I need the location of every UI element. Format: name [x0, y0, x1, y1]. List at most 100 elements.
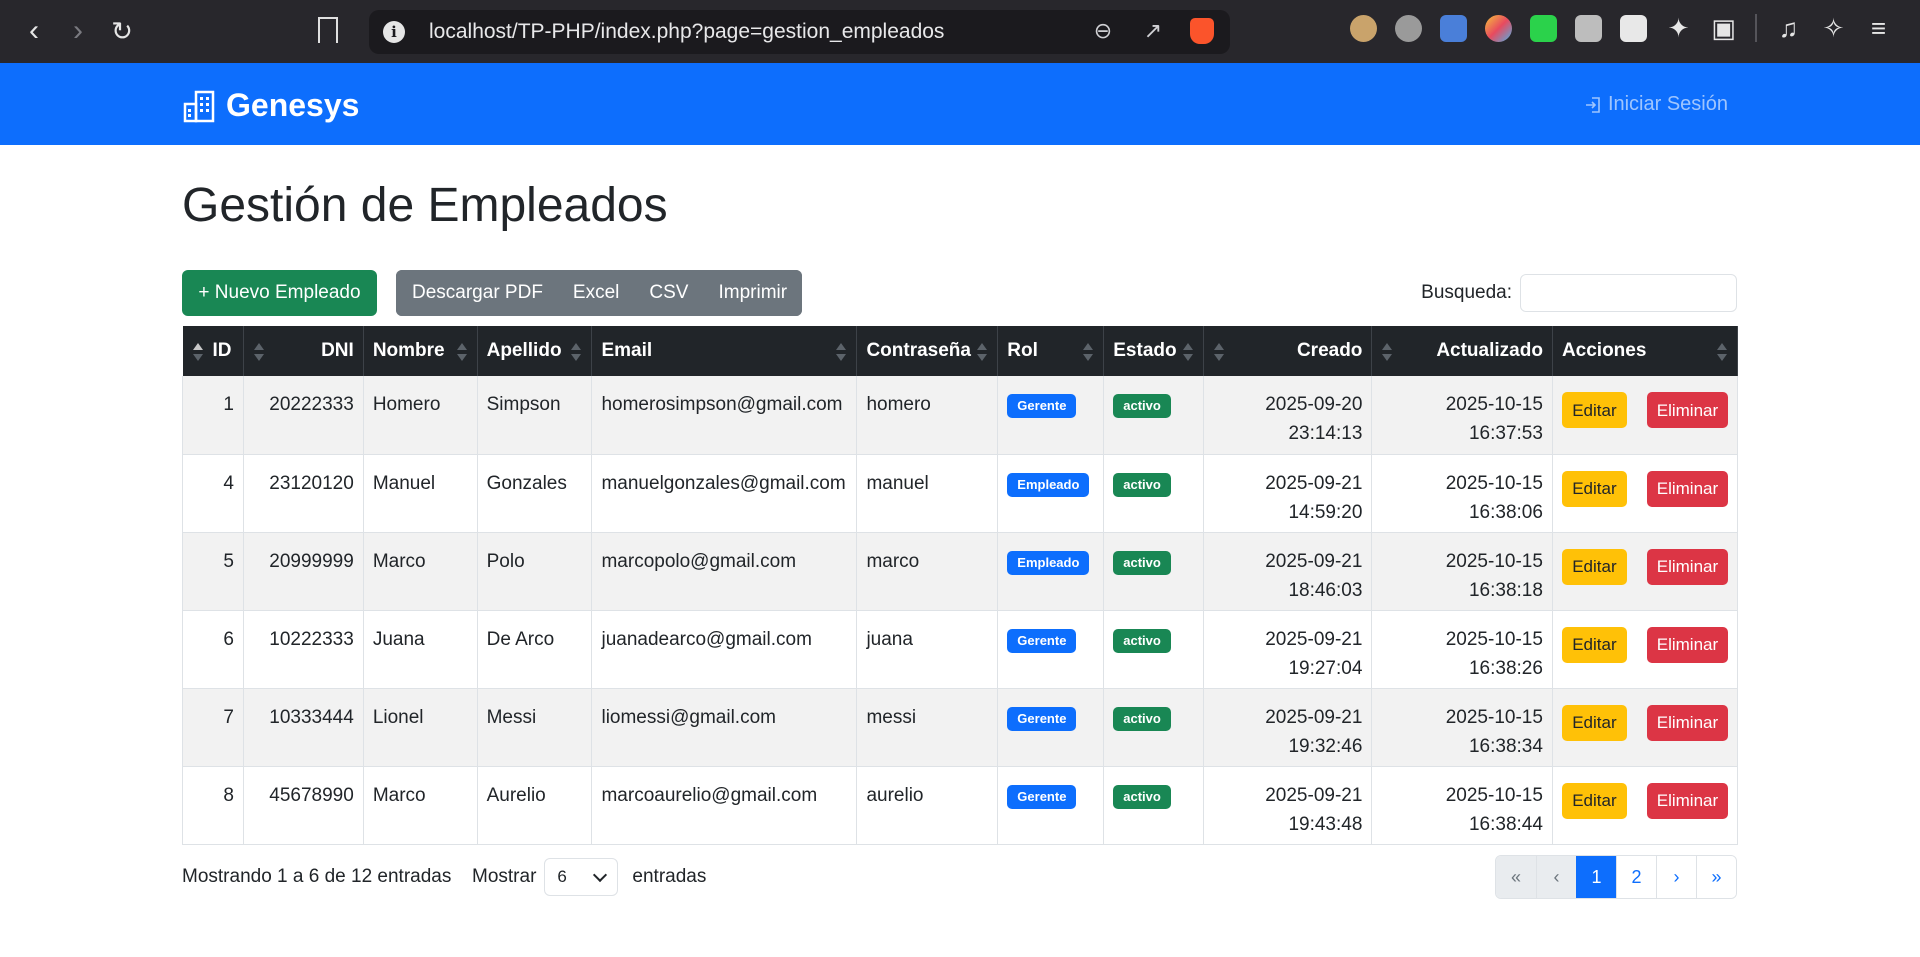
column-header-dni[interactable]: DNI [243, 326, 364, 376]
first-page-button[interactable]: « [1496, 856, 1536, 898]
chevron-down-icon [593, 867, 608, 882]
column-header-id[interactable]: ID [182, 326, 244, 376]
cell-creado: 2025-09-21 14:59:20 [1203, 454, 1373, 533]
extension-icon-5[interactable] [1530, 14, 1557, 42]
updated-date: 2025-10-15 [1445, 472, 1543, 494]
extension-icon-1[interactable] [1350, 14, 1377, 42]
column-header-rol[interactable]: Rol [997, 326, 1105, 376]
cell-email: liomessi@gmail.com [591, 688, 858, 767]
extensions-puzzle-icon[interactable]: ✦ [1665, 14, 1692, 42]
forward-icon[interactable]: › [56, 9, 100, 53]
reader-icon[interactable]: ▣ [1710, 14, 1737, 42]
cell-rol: Gerente [997, 610, 1105, 689]
cell-nombre: Manuel [363, 454, 478, 533]
delete-button[interactable]: Eliminar [1646, 392, 1728, 428]
page-size-select[interactable]: 6 [544, 858, 619, 896]
status-badge: activo [1113, 706, 1171, 731]
sort-icon [836, 343, 847, 361]
brave-shield-icon[interactable] [1190, 18, 1214, 44]
page-2-button[interactable]: 2 [1616, 856, 1656, 898]
cell-password: manuel [856, 454, 999, 533]
address-bar[interactable]: i localhost/TP-PHP/index.php?page=gestio… [369, 10, 1230, 54]
back-icon[interactable]: ‹ [12, 9, 56, 53]
extension-icon-6[interactable] [1575, 14, 1602, 42]
column-header-estado[interactable]: Estado [1103, 326, 1205, 376]
delete-button[interactable]: Eliminar [1646, 470, 1728, 507]
cell-rol: Empleado [997, 532, 1105, 611]
share-icon[interactable]: ↗ [1140, 18, 1166, 44]
cell-password: homero [856, 376, 999, 455]
leo-ai-icon[interactable]: ✧ [1820, 14, 1847, 42]
cell-estado: activo [1103, 610, 1205, 689]
extension-icon-2[interactable] [1395, 14, 1422, 42]
updated-date: 2025-10-15 [1445, 628, 1543, 650]
edit-button[interactable]: Editar [1561, 704, 1627, 741]
cell-nombre: Marco [363, 532, 478, 611]
page-1-button[interactable]: 1 [1576, 856, 1616, 898]
status-badge: activo [1113, 550, 1171, 575]
bookmark-icon[interactable] [318, 17, 338, 43]
color-picker-icon[interactable] [1485, 14, 1512, 42]
status-badge: activo [1113, 784, 1171, 809]
edit-button[interactable]: Editar [1561, 470, 1627, 507]
column-header-email[interactable]: Email [591, 326, 858, 376]
created-time: 19:43:48 [1288, 813, 1363, 835]
csv-button[interactable]: CSV [634, 270, 704, 316]
previous-page-button[interactable]: ‹ [1536, 856, 1576, 898]
sort-icon [571, 343, 582, 361]
delete-button[interactable]: Eliminar [1646, 704, 1728, 741]
last-page-button[interactable]: » [1696, 856, 1736, 898]
cell-password: aurelio [856, 766, 999, 845]
music-icon[interactable]: ♫ [1775, 14, 1802, 42]
translate-icon[interactable] [1440, 14, 1467, 42]
download-pdf-button[interactable]: Descargar PDF [396, 270, 558, 316]
table-row: 7 10333444 Lionel Messi liomessi@gmail.com me… [182, 688, 1739, 767]
created-date: 2025-09-21 [1265, 628, 1363, 650]
cell-dni: 45678990 [243, 766, 364, 845]
sort-icon [1214, 343, 1225, 361]
delete-button[interactable]: Eliminar [1646, 626, 1728, 663]
excel-button[interactable]: Excel [557, 270, 635, 316]
url-text[interactable]: localhost/TP-PHP/index.php?page=gestion_… [429, 20, 944, 44]
cell-apellido: Aurelio [477, 766, 593, 845]
cell-creado: 2025-09-21 18:46:03 [1203, 532, 1373, 611]
login-link[interactable]: Iniciar Sesión [1584, 93, 1728, 116]
column-header-password[interactable]: Contraseña [856, 326, 999, 376]
zoom-icon[interactable]: ⊖ [1090, 18, 1116, 44]
column-header-actualizado[interactable]: Actualizado [1371, 326, 1553, 376]
created-date: 2025-09-20 [1265, 394, 1363, 415]
column-header-nombre[interactable]: Nombre [363, 326, 478, 376]
brand-link[interactable]: Genesys [182, 87, 359, 124]
edit-button[interactable]: Editar [1561, 548, 1627, 585]
menu-icon[interactable]: ≡ [1865, 14, 1892, 42]
search-input[interactable] [1520, 274, 1737, 312]
cell-acciones: Editar Eliminar [1552, 610, 1739, 689]
cell-apellido: Simpson [477, 376, 593, 455]
cell-id: 4 [182, 454, 244, 533]
edit-button[interactable]: Editar [1561, 782, 1627, 819]
print-button[interactable]: Imprimir [703, 270, 803, 316]
next-page-button[interactable]: › [1656, 856, 1696, 898]
column-header-acciones[interactable]: Acciones [1552, 326, 1739, 376]
delete-button[interactable]: Eliminar [1646, 548, 1728, 585]
new-employee-button[interactable]: + Nuevo Empleado [182, 270, 377, 316]
extension-icon-7[interactable] [1620, 14, 1647, 42]
created-time: 19:27:04 [1288, 657, 1363, 679]
cell-actualizado: 2025-10-15 16:37:53 [1371, 376, 1553, 455]
updated-time: 16:38:06 [1468, 501, 1543, 523]
cell-password: juana [856, 610, 999, 689]
extensions-area: ✦ ▣ ♫ ✧ ≡ [1350, 14, 1892, 42]
cell-nombre: Marco [363, 766, 478, 845]
reload-icon[interactable]: ↻ [100, 9, 144, 53]
column-header-apellido[interactable]: Apellido [477, 326, 593, 376]
site-info-icon[interactable]: i [383, 21, 405, 43]
delete-button[interactable]: Eliminar [1646, 782, 1728, 819]
cell-email: juanadearco@gmail.com [591, 610, 858, 689]
status-badge: activo [1113, 394, 1171, 418]
edit-button[interactable]: Editar [1561, 626, 1627, 663]
column-header-creado[interactable]: Creado [1203, 326, 1373, 376]
cell-creado: 2025-09-21 19:43:48 [1203, 766, 1373, 845]
sort-icon [1382, 343, 1393, 361]
edit-button[interactable]: Editar [1561, 392, 1627, 428]
created-time: 23:14:13 [1288, 423, 1363, 444]
